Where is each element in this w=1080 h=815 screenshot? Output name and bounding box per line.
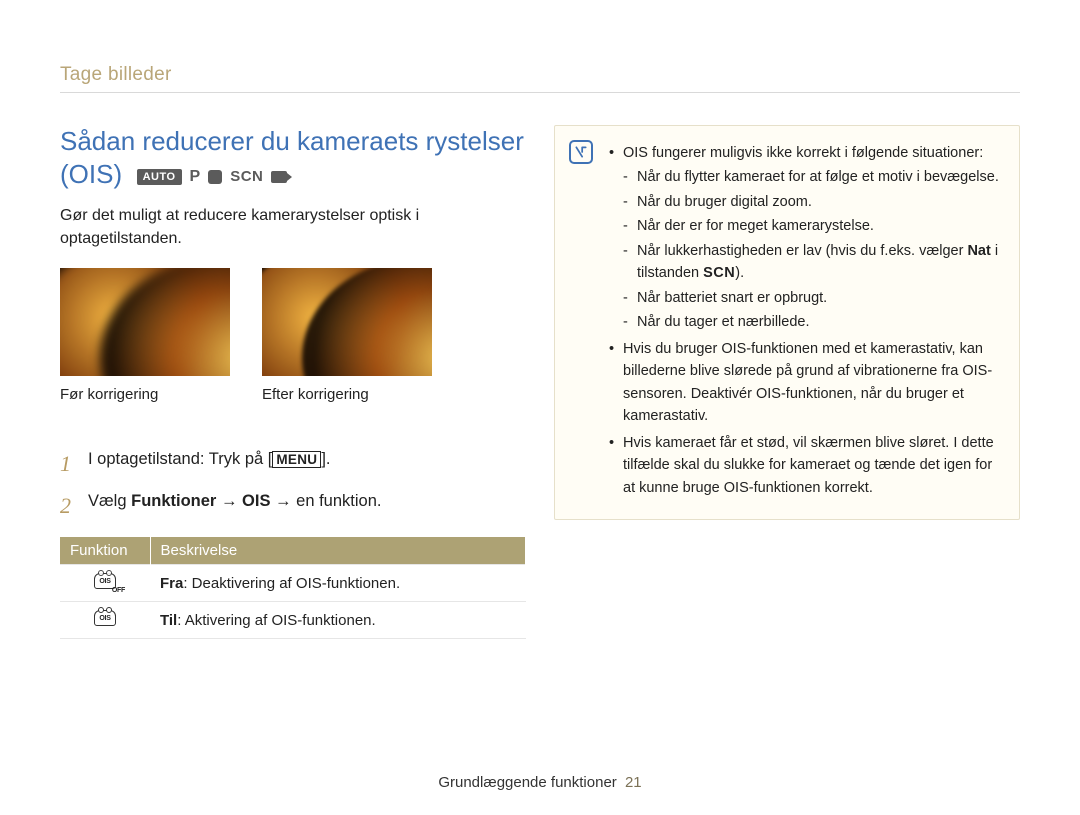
page-title-line2: (OIS) (60, 159, 122, 189)
page-number: 21 (625, 774, 642, 791)
step-number: 2 (60, 489, 76, 523)
mode-video-icon (271, 171, 287, 183)
cell-desc-on: Til: Aktivering af OIS-funktionen. (150, 602, 526, 639)
page-footer: Grundlæggende funktioner 21 (0, 774, 1080, 791)
note-info-icon (569, 140, 593, 164)
note-subitem: Når du tager et nærbillede. (623, 311, 1001, 333)
right-column: OIS fungerer muligvis ikke korrekt i føl… (554, 125, 1020, 639)
note-subitem: Når du flytter kameraet for at følge et … (623, 166, 1001, 188)
header-rule (60, 92, 1020, 93)
mode-scn-icon: SCN (230, 168, 263, 185)
mode-icons: AUTO P SCN (137, 168, 288, 186)
cell-icon-on: OIS (60, 602, 150, 639)
table-row: OISOFF Fra: Deaktivering af OIS-funktion… (60, 565, 526, 602)
content-columns: Sådan reducerer du kameraets rystelser (… (60, 125, 1020, 639)
step-number: 1 (60, 447, 76, 481)
menu-button-label: MENU (272, 451, 321, 468)
note-subitem: Når lukkerhastigheden er lav (hvis du f.… (623, 240, 1001, 285)
note-item: OIS fungerer muligvis ikke korrekt i føl… (609, 142, 1001, 334)
note-item: Hvis kameraet får et stød, vil skærmen b… (609, 432, 1001, 499)
note-subitem: Når du bruger digital zoom. (623, 191, 1001, 213)
ois-off-icon: OISOFF (94, 573, 116, 589)
example-photos: Før korrigering Efter korrigering (60, 268, 526, 403)
th-funktion: Funktion (60, 537, 150, 565)
intro-text: Gør det muligt at reducere kamerarystels… (60, 204, 526, 250)
note-list: OIS fungerer muligvis ikke korrekt i føl… (609, 142, 1001, 499)
footer-label: Grundlæggende funktioner (438, 774, 616, 791)
step-2: 2 Vælg Funktioner → OIS → en funktion. (60, 489, 526, 523)
cell-icon-off: OISOFF (60, 565, 150, 602)
mode-portrait-icon (208, 170, 222, 184)
photo-before-block: Før korrigering (60, 268, 230, 403)
steps-list: 1 I optagetilstand: Tryk på [MENU]. 2 Væ… (60, 447, 526, 523)
page-title-line1: Sådan reducerer du kameraets rystelser (60, 125, 526, 159)
left-column: Sådan reducerer du kameraets rystelser (… (60, 125, 526, 639)
photo-after-block: Efter korrigering (262, 268, 432, 403)
function-table: Funktion Beskrivelse OISOFF Fra: Deaktiv… (60, 537, 526, 639)
cell-desc-off: Fra: Deaktivering af OIS-funktionen. (150, 565, 526, 602)
note-subitem: Når batteriet snart er opbrugt. (623, 287, 1001, 309)
photo-before (60, 268, 230, 376)
note-sublist: Når du flytter kameraet for at følge et … (623, 166, 1001, 333)
mode-auto-badge: AUTO (137, 169, 182, 185)
manual-page: Tage billeder Sådan reducerer du kamerae… (0, 0, 1080, 815)
note-item: Hvis du bruger OIS-funktionen med et kam… (609, 338, 1001, 428)
mode-p-icon: P (190, 168, 201, 186)
th-beskrivelse: Beskrivelse (150, 537, 526, 565)
photo-after (262, 268, 432, 376)
caption-after: Efter korrigering (262, 386, 432, 403)
step-1-text: I optagetilstand: Tryk på [MENU]. (88, 447, 330, 473)
section-breadcrumb: Tage billeder (60, 64, 1020, 86)
page-title-line2-row: (OIS) AUTO P SCN (60, 159, 526, 190)
ois-on-icon: OIS (94, 610, 116, 626)
note-box: OIS fungerer muligvis ikke korrekt i føl… (554, 125, 1020, 520)
step-2-text: Vælg Funktioner → OIS → en funktion. (88, 489, 381, 515)
note-subitem: Når der er for meget kamerarystelse. (623, 215, 1001, 237)
caption-before: Før korrigering (60, 386, 230, 403)
table-row: OIS Til: Aktivering af OIS-funktionen. (60, 602, 526, 639)
step-1: 1 I optagetilstand: Tryk på [MENU]. (60, 447, 526, 481)
